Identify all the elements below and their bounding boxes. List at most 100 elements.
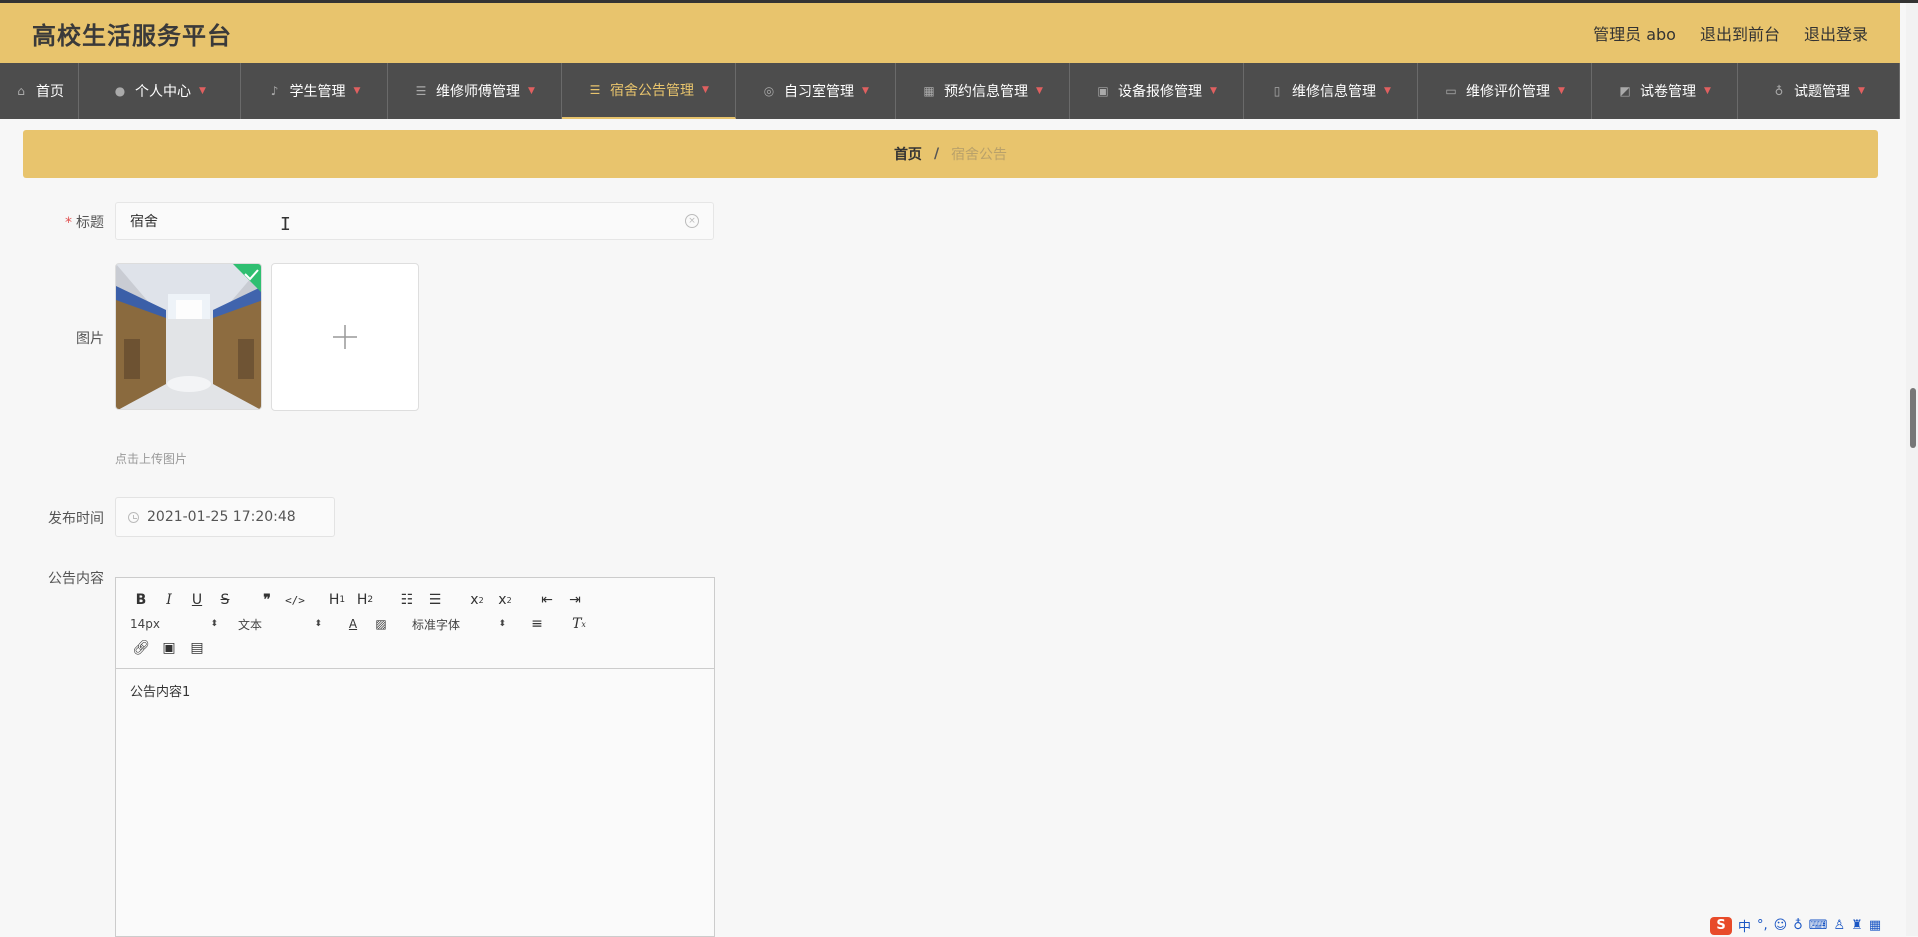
title-input[interactable]: 宿舍 × [115,202,714,240]
chevron-down-icon: ▼ [353,86,361,96]
code-icon[interactable]: </> [284,589,306,611]
strike-button[interactable]: S [214,589,236,611]
dorm-room-photo [116,264,261,409]
nav-item-question-management[interactable]: ♁ 试题管理 ▼ [1738,63,1900,119]
emoji-icon[interactable]: ☺ [1774,918,1788,933]
editor-content[interactable]: 公告内容1 [116,669,714,712]
chevron-down-icon: ▼ [1210,86,1217,96]
mic-icon[interactable]: ♁ [1793,918,1803,933]
breadcrumb-home[interactable]: 首页 [894,144,922,164]
user-icon[interactable]: ♙ [1834,918,1846,933]
font-color-icon[interactable]: A [342,613,364,635]
ime-lang[interactable]: 中 [1738,916,1751,935]
admin-user-label[interactable]: 管理员 abo [1593,21,1676,45]
nav-item-label: 维修信息管理 [1292,84,1377,100]
heading1-button[interactable]: H1 [326,589,348,611]
heading-select[interactable]: 文本 ⬍ [238,616,322,633]
nav-item-personal-center[interactable]: ● 个人中心 ▼ [79,63,241,119]
nav-item-dorm-notice-management[interactable]: ☰ 宿舍公告管理 ▼ [562,63,736,119]
chart-icon: ◩ [1619,84,1631,98]
page-scrollbar[interactable] [1906,3,1918,936]
font-size-select[interactable]: 14px ⬍ [130,617,218,631]
list-icon: ☰ [589,83,601,97]
video-icon[interactable]: ▤ [186,637,208,659]
clear-format-icon[interactable]: Tx [568,613,590,635]
nav-item-exam-paper-management[interactable]: ◩ 试卷管理 ▼ [1592,63,1738,119]
chevron-updown-icon: ⬍ [210,619,218,629]
plus-icon [333,325,357,349]
upload-hint: 点击上传图片 [115,452,188,466]
bullet-list-icon[interactable]: ☰ [424,589,446,611]
date-label: 发布时间 [48,511,104,527]
compass-icon: ◎ [763,84,775,98]
chevron-down-icon: ▼ [1704,86,1711,96]
italic-button[interactable]: I [158,589,180,611]
scrollbar-thumb[interactable] [1910,388,1916,448]
superscript-button[interactable]: x2 [494,589,516,611]
publish-time-input[interactable]: 2021-01-25 17:20:48 [115,497,335,537]
outdent-icon[interactable]: ⇤ [536,589,558,611]
nav-item-student-management[interactable]: ♪ 学生管理 ▼ [241,63,388,119]
breadcrumb: 首页 / 宿舍公告 [23,130,1878,178]
nav-item-repair-info-management[interactable]: ▯ 维修信息管理 ▼ [1244,63,1418,119]
uploaded-image-thumbnail[interactable] [115,263,262,410]
breadcrumb-current: 宿舍公告 [951,147,1008,163]
content-label: 公告内容 [48,571,104,587]
skin-icon[interactable]: ♜ [1851,918,1863,933]
title-input-value: 宿舍 [130,214,158,230]
rich-text-editor: B I U S ❞ </> H1 H2 ☷ ☰ x2 x2 ⇤ ⇥ 14px⬍ [115,577,715,937]
chevron-updown-icon: ⬍ [498,619,506,629]
required-mark: * [65,215,72,231]
list-icon: ☰ [415,84,427,98]
image-label: 图片 [76,331,104,347]
sogou-logo-icon[interactable]: S [1710,916,1732,935]
nav-item-label: 设备报修管理 [1118,84,1203,100]
mic-icon: ♁ [1774,84,1784,98]
underline-button[interactable]: U [186,589,208,611]
nav-item-repairman-management[interactable]: ☰ 维修师傅管理 ▼ [388,63,562,119]
nav-item-study-room-management[interactable]: ◎ 自习室管理 ▼ [736,63,896,119]
nav-item-label: 试卷管理 [1640,84,1697,100]
heading2-button[interactable]: H2 [354,589,376,611]
brand-title: 高校生活服务平台 [32,21,232,50]
nav-item-label: 预约信息管理 [944,84,1029,100]
app-header: 高校生活服务平台 管理员 abo 退出到前台 退出登录 [0,3,1900,63]
phone-icon: ▯ [1273,84,1281,98]
chevron-down-icon: ▼ [702,85,709,95]
chevron-down-icon: ▼ [1036,86,1043,96]
chevron-updown-icon: ⬍ [314,619,322,629]
chevron-down-icon: ▼ [1384,86,1391,96]
ordered-list-icon[interactable]: ☷ [396,589,418,611]
chevron-down-icon: ▼ [528,86,535,96]
exit-to-front-link[interactable]: 退出到前台 [1700,21,1780,45]
ime-punct[interactable]: °, [1757,918,1768,933]
clipboard-icon: ▣ [1097,84,1109,98]
bold-button[interactable]: B [130,589,152,611]
quote-icon[interactable]: ❞ [256,589,278,611]
monitor-icon: ▭ [1445,84,1457,98]
nav-item-home[interactable]: ⌂ 首页 [0,63,79,119]
grid-icon: ▦ [923,84,935,98]
clear-icon[interactable]: × [685,214,699,228]
nav-item-equipment-repair-management[interactable]: ▣ 设备报修管理 ▼ [1070,63,1244,119]
text-cursor-icon: I [280,214,291,235]
indent-icon[interactable]: ⇥ [564,589,586,611]
chevron-down-icon: ▼ [862,86,869,96]
nav-item-label: 维修评价管理 [1466,84,1551,100]
home-icon: ⌂ [17,84,25,98]
nav-item-repair-review-management[interactable]: ▭ 维修评价管理 ▼ [1418,63,1592,119]
nav-item-label: 首页 [36,84,64,100]
logout-link[interactable]: 退出登录 [1804,21,1868,45]
grid-icon[interactable]: ▦ [1869,918,1881,933]
editor-toolbar: B I U S ❞ </> H1 H2 ☷ ☰ x2 x2 ⇤ ⇥ 14px⬍ [116,578,714,669]
image-upload-button[interactable] [271,263,419,411]
background-color-icon[interactable]: ▨ [370,613,392,635]
subscript-button[interactable]: x2 [466,589,488,611]
main-nav: ⌂ 首页 ● 个人中心 ▼ ♪ 学生管理 ▼ ☰ 维修师傅管理 ▼ ☰ 宿舍公告… [0,63,1900,119]
link-icon[interactable]: 🔗︎ [130,637,152,659]
font-family-select[interactable]: 标准字体 ⬍ [412,616,506,633]
image-icon[interactable]: ▣ [158,637,180,659]
align-icon[interactable]: ≡ [526,613,548,635]
keyboard-icon[interactable]: ⌨ [1809,918,1828,933]
nav-item-reservation-management[interactable]: ▦ 预约信息管理 ▼ [896,63,1070,119]
